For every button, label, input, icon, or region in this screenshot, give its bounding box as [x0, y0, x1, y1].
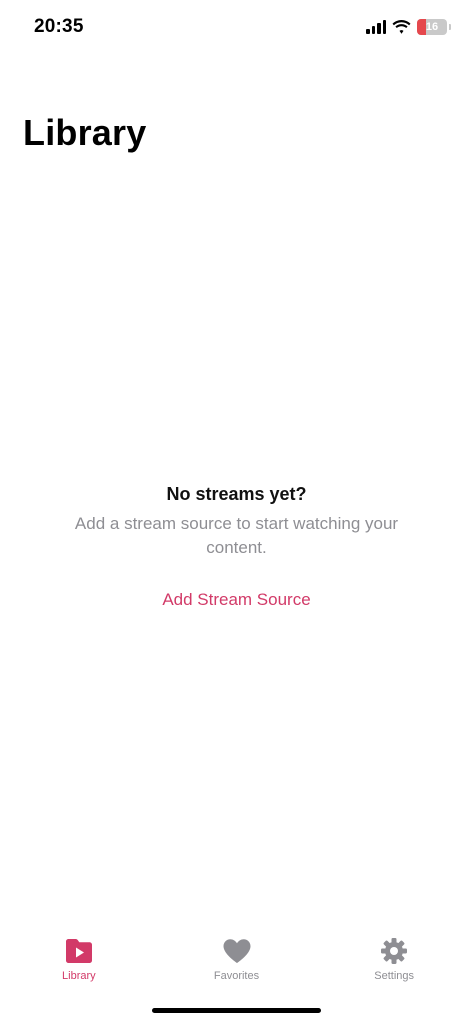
tab-settings[interactable]: Settings: [315, 930, 473, 990]
empty-state-message: Add a stream source to start watching yo…: [74, 514, 399, 557]
tab-label: Favorites: [213, 970, 260, 982]
gear-icon: [380, 936, 408, 966]
cellular-signal-icon: [366, 20, 386, 34]
battery-cap: [449, 24, 451, 30]
tab-favorites[interactable]: Favorites: [158, 930, 316, 990]
empty-state: No streams yet? Add a stream source to s…: [0, 482, 473, 610]
tab-library[interactable]: Library: [0, 930, 158, 990]
battery-level: 16: [425, 21, 439, 33]
tab-bar: Library Favorites Settings: [0, 930, 473, 990]
heart-icon: [222, 936, 252, 966]
empty-state-title: No streams yet?: [166, 484, 307, 504]
status-bar: 20:35 16: [0, 0, 473, 58]
home-indicator[interactable]: [152, 1008, 321, 1013]
tab-label: Library: [62, 970, 96, 982]
page-title: Library: [23, 112, 147, 153]
add-stream-source-button[interactable]: Add Stream Source: [162, 590, 310, 610]
tab-label: Settings: [374, 970, 415, 982]
status-icons: 16: [366, 19, 451, 35]
wifi-icon: [392, 20, 411, 34]
status-time: 20:35: [34, 16, 84, 37]
battery-icon: 16: [417, 19, 447, 35]
folder-play-icon: [64, 936, 94, 966]
screen: 20:35 16 Library No streams yet? Add a s: [0, 0, 473, 1024]
